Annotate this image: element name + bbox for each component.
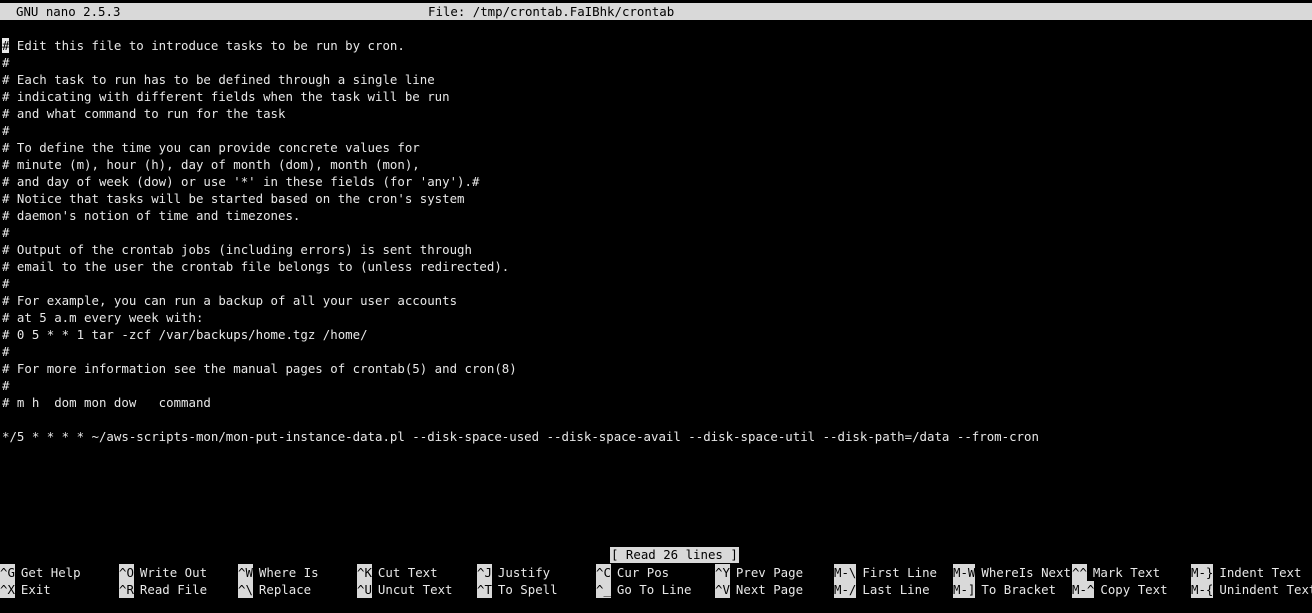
shortcut-key: M-\ — [834, 564, 857, 581]
shortcut-label: Read File — [139, 582, 208, 597]
shortcut-first-line[interactable]: M-\ First Line — [834, 564, 937, 581]
shortcut-key: ^_ — [596, 581, 611, 598]
app-version: GNU nano 2.5.3 — [16, 4, 121, 19]
shortcut-key: ^U — [357, 581, 372, 598]
shortcut-key: M-^ — [1072, 581, 1095, 598]
editor-line[interactable] — [2, 411, 1310, 428]
editor-line[interactable]: # For more information see the manual pa… — [2, 360, 1310, 377]
shortcut-indent-text[interactable]: M-} Indent Text — [1191, 564, 1301, 581]
shortcut-mark-text[interactable]: ^^ Mark Text — [1072, 564, 1160, 581]
shortcut-label: Get Help — [20, 565, 81, 580]
shortcut-label: Indent Text — [1219, 565, 1302, 580]
shortcut-label: Write Out — [139, 565, 208, 580]
shortcut-label: Mark Text — [1092, 565, 1161, 580]
shortcut-to-bracket[interactable]: M-] To Bracket — [953, 581, 1056, 598]
shortcut-key: ^K — [357, 564, 372, 581]
editor-line[interactable]: # To define the time you can provide con… — [2, 139, 1310, 156]
shortcut-label: Go To Line — [616, 582, 692, 597]
shortcut-label: Last Line — [862, 582, 930, 597]
shortcut-label: Where Is — [258, 565, 319, 580]
editor-line[interactable]: # 0 5 * * 1 tar -zcf /var/backups/home.t… — [2, 326, 1310, 343]
shortcut-label: Replace — [258, 582, 312, 597]
shortcut-key: ^X — [0, 581, 15, 598]
shortcut-where-is[interactable]: ^W Where Is — [238, 564, 319, 581]
editor-line[interactable]: # Notice that tasks will be started base… — [2, 190, 1310, 207]
shortcut-key: ^W — [238, 564, 253, 581]
editor-line[interactable]: # — [2, 343, 1310, 360]
shortcut-last-line[interactable]: M-/ Last Line — [834, 581, 930, 598]
shortcut-exit[interactable]: ^X Exit — [0, 581, 51, 598]
shortcut-key: ^G — [0, 564, 15, 581]
shortcut-get-help[interactable]: ^G Get Help — [0, 564, 81, 581]
editor-line[interactable]: # — [2, 122, 1310, 139]
editor-line[interactable]: # — [2, 224, 1310, 241]
editor-line[interactable]: # indicating with different fields when … — [2, 88, 1310, 105]
shortcut-prev-page[interactable]: ^Y Prev Page — [715, 564, 803, 581]
shortcut-label: First Line — [862, 565, 937, 580]
shortcut-replace[interactable]: ^\ Replace — [238, 581, 311, 598]
editor-line[interactable]: # — [2, 377, 1310, 394]
shortcut-label: Unindent Text — [1219, 582, 1312, 597]
shortcut-bar: ^G Get Help ^O Write Out ^W Where Is ^K Cut … — [0, 564, 1312, 598]
shortcut-key: M-W — [953, 564, 976, 581]
shortcut-label: Prev Page — [735, 565, 804, 580]
shortcut-key: M-} — [1191, 564, 1214, 581]
shortcut-label: Exit — [20, 582, 51, 597]
shortcut-justify[interactable]: ^J Justify — [477, 564, 550, 581]
editor-line[interactable]: # m h dom mon dow command — [2, 394, 1310, 411]
shortcut-label: WhereIs Next — [981, 565, 1071, 580]
shortcut-cut-text[interactable]: ^K Cut Text — [357, 564, 438, 581]
shortcut-go-to-line[interactable]: ^_ Go To Line — [596, 581, 692, 598]
shortcut-key: ^^ — [1072, 564, 1087, 581]
shortcut-next-page[interactable]: ^V Next Page — [715, 581, 803, 598]
shortcut-label: To Spell — [497, 582, 558, 597]
shortcut-key: ^Y — [715, 564, 730, 581]
editor-line[interactable]: # Edit this file to introduce tasks to b… — [2, 37, 1310, 54]
shortcut-cur-pos[interactable]: ^C Cur Pos — [596, 564, 669, 581]
editor-line[interactable]: */5 * * * * ~/aws-scripts-mon/mon-put-in… — [2, 428, 1310, 445]
shortcut-key: ^J — [477, 564, 492, 581]
shortcut-key: ^\ — [238, 581, 253, 598]
shortcut-uncut-text[interactable]: ^U Uncut Text — [357, 581, 453, 598]
shortcut-label: Uncut Text — [377, 582, 453, 597]
shortcut-key: ^C — [596, 564, 611, 581]
editor-line[interactable]: # daemon's notion of time and timezones. — [2, 207, 1310, 224]
shortcut-to-spell[interactable]: ^T To Spell — [477, 581, 558, 598]
line-text: Edit this file to introduce tasks to be … — [9, 38, 405, 53]
editor-line[interactable]: # For example, you can run a backup of a… — [2, 292, 1310, 309]
shortcut-key: ^O — [119, 564, 134, 581]
shortcut-write-out[interactable]: ^O Write Out — [119, 564, 207, 581]
shortcut-key: ^R — [119, 581, 134, 598]
status-message: [ Read 26 lines ] — [610, 547, 739, 563]
shortcut-label: Justify — [497, 565, 551, 580]
editor-line[interactable]: # Output of the crontab jobs (including … — [2, 241, 1310, 258]
shortcut-key: M-{ — [1191, 581, 1214, 598]
shortcut-whereis-next[interactable]: M-W WhereIs Next — [953, 564, 1071, 581]
shortcut-read-file[interactable]: ^R Read File — [119, 581, 207, 598]
title-bar: GNU nano 2.5.3 File: /tmp/crontab.FaIBhk… — [0, 3, 1312, 20]
shortcut-label: Next Page — [735, 582, 804, 597]
file-path: File: /tmp/crontab.FaIBhk/crontab — [428, 4, 675, 19]
editor-line[interactable]: # Each task to run has to be defined thr… — [2, 71, 1310, 88]
editor-line[interactable]: # minute (m), hour (h), day of month (do… — [2, 156, 1310, 173]
editor-line[interactable]: # email to the user the crontab file bel… — [2, 258, 1310, 275]
shortcut-key: ^T — [477, 581, 492, 598]
editor-line[interactable]: # at 5 a.m every week with: — [2, 309, 1310, 326]
editor-line[interactable]: # and day of week (dow) or use '*' in th… — [2, 173, 1310, 190]
shortcut-unindent-text[interactable]: M-{ Unindent Text — [1191, 581, 1312, 598]
shortcut-key: M-/ — [834, 581, 857, 598]
shortcut-label: Copy Text — [1100, 582, 1168, 597]
shortcut-label: Cut Text — [377, 565, 438, 580]
editor-line[interactable]: # and what command to run for the task — [2, 105, 1310, 122]
editor-buffer[interactable]: # Edit this file to introduce tasks to b… — [2, 37, 1310, 445]
editor-line[interactable]: # — [2, 275, 1310, 292]
editor-line[interactable]: # — [2, 54, 1310, 71]
shortcut-label: Cur Pos — [616, 565, 670, 580]
shortcut-key: ^V — [715, 581, 730, 598]
shortcut-copy-text[interactable]: M-^ Copy Text — [1072, 581, 1168, 598]
shortcut-label: To Bracket — [981, 582, 1056, 597]
shortcut-key: M-] — [953, 581, 976, 598]
